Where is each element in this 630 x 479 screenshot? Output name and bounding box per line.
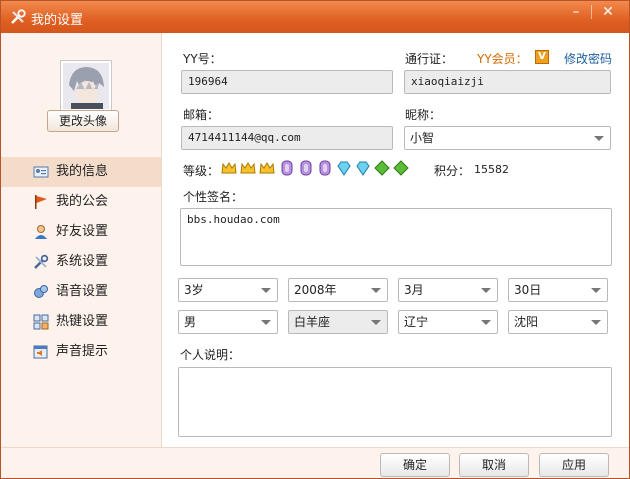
crown-icon — [240, 162, 256, 174]
title-bar: 我的设置 – ✕ — [1, 1, 629, 33]
nickname-label: 昵称： — [405, 108, 442, 122]
birth-day-select[interactable]: 30日 — [508, 278, 608, 302]
sidebar-item-label: 我的公会 — [56, 194, 109, 209]
person-icon — [35, 225, 47, 239]
chevron-down-icon — [261, 288, 271, 293]
sidebar-item-sound-alerts[interactable]: 声音提示 — [1, 337, 161, 367]
points-value: 15582 — [474, 163, 509, 176]
chevron-down-icon — [371, 320, 381, 325]
chevron-down-icon — [481, 320, 491, 325]
province-value: 辽宁 — [404, 315, 429, 329]
change-avatar-button[interactable]: 更改头像 — [47, 110, 119, 132]
crown-icon — [221, 162, 237, 174]
wrench-icon — [34, 254, 49, 269]
footer-bar: 确定 取消 应用 — [1, 447, 629, 478]
birth-month-select[interactable]: 3月 — [398, 278, 498, 302]
passport-label: 通行证： — [405, 52, 454, 66]
sidebar-item-label: 好友设置 — [56, 224, 109, 239]
window-title: 我的设置 — [31, 13, 84, 28]
gender-value: 男 — [184, 315, 197, 329]
profile-form: YY号： YY会员： V 196964 通行证： 修改密码 xiaoqiaizj… — [163, 33, 629, 447]
purple-gem-icon — [319, 160, 331, 176]
yy-number-field: 196964 — [181, 70, 393, 94]
email-label: 邮箱： — [183, 108, 220, 122]
keyboard-icon — [33, 314, 49, 330]
yy-number-label: YY号： — [183, 52, 222, 66]
sidebar-item-label: 热键设置 — [56, 314, 109, 329]
avatar — [60, 60, 112, 112]
diamond-icon — [356, 161, 370, 176]
flag-icon — [35, 195, 47, 209]
passport-field: xiaoqiaizji — [404, 70, 611, 94]
age-select[interactable]: 3岁 — [178, 278, 278, 302]
leaf-icon — [374, 160, 390, 176]
signature-input[interactable]: bbs.houdao.com — [180, 208, 612, 266]
level-label: 等级： — [183, 164, 220, 178]
zodiac-value: 白羊座 — [294, 315, 331, 329]
settings-window: 我的设置 – ✕ 更改头像 我的信息 我的公会 好友设置 系统设置 语音设置 热… — [0, 0, 630, 479]
birth-year-value: 2008年 — [294, 283, 337, 297]
province-select[interactable]: 辽宁 — [398, 310, 498, 334]
nickname-select[interactable]: 小智 — [404, 126, 611, 150]
sidebar-item-label: 声音提示 — [56, 344, 109, 359]
voice-icon — [34, 285, 48, 298]
chevron-down-icon — [591, 288, 601, 293]
description-label: 个人说明： — [180, 348, 241, 362]
titlebar-separator — [591, 5, 592, 19]
avatar-image — [63, 63, 109, 109]
id-card-icon — [33, 166, 49, 178]
leaf-icon — [393, 160, 409, 176]
gender-select[interactable]: 男 — [178, 310, 278, 334]
sidebar-item-label: 语音设置 — [56, 284, 109, 299]
sidebar-item-system-settings[interactable]: 系统设置 — [1, 247, 161, 277]
age-value: 3岁 — [184, 283, 204, 297]
city-select[interactable]: 沈阳 — [508, 310, 608, 334]
purple-gem-icon — [300, 160, 312, 176]
sidebar-item-voice-settings[interactable]: 语音设置 — [1, 277, 161, 307]
birth-year-select[interactable]: 2008年 — [288, 278, 388, 302]
sidebar-item-my-info[interactable]: 我的信息 — [1, 157, 161, 187]
minimize-button[interactable]: – — [561, 1, 591, 23]
chevron-down-icon — [591, 320, 601, 325]
zodiac-select: 白羊座 — [288, 310, 388, 334]
vip-badge-icon[interactable]: V — [535, 50, 549, 64]
chevron-down-icon — [261, 320, 271, 325]
points-label: 积分： — [434, 164, 471, 178]
tools-icon — [11, 9, 26, 24]
email-field[interactable]: 4714411144@qq.com — [181, 126, 393, 150]
city-value: 沈阳 — [514, 315, 539, 329]
apply-button[interactable]: 应用 — [539, 453, 609, 477]
vip-label: YY会员： — [477, 52, 528, 66]
change-password-link[interactable]: 修改密码 — [564, 50, 612, 67]
nickname-value: 小智 — [410, 131, 435, 145]
sidebar-item-friend-settings[interactable]: 好友设置 — [1, 217, 161, 247]
description-input[interactable] — [178, 367, 612, 437]
sidebar-item-label: 系统设置 — [56, 254, 109, 269]
cancel-button[interactable]: 取消 — [459, 453, 529, 477]
chevron-down-icon — [371, 288, 381, 293]
close-button[interactable]: ✕ — [593, 1, 623, 23]
ok-button[interactable]: 确定 — [380, 453, 450, 477]
chevron-down-icon — [594, 136, 604, 141]
speaker-icon — [33, 345, 48, 359]
sidebar-item-my-guild[interactable]: 我的公会 — [1, 187, 161, 217]
chevron-down-icon — [481, 288, 491, 293]
sidebar-nav: 我的信息 我的公会 好友设置 系统设置 语音设置 热键设置 声音提示 — [1, 157, 161, 367]
birth-day-value: 30日 — [514, 283, 542, 297]
sidebar: 更改头像 我的信息 我的公会 好友设置 系统设置 语音设置 热键设置 声音提示 — [1, 33, 162, 447]
diamond-icon — [337, 161, 351, 176]
birth-month-value: 3月 — [404, 283, 424, 297]
sidebar-item-hotkey-settings[interactable]: 热键设置 — [1, 307, 161, 337]
sidebar-item-label: 我的信息 — [56, 164, 109, 179]
crown-icon — [259, 162, 275, 174]
purple-gem-icon — [281, 160, 293, 176]
signature-label: 个性签名： — [183, 190, 244, 204]
